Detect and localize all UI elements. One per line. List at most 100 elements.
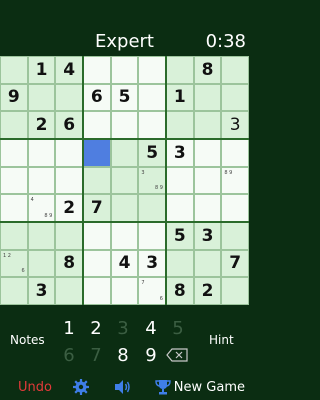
number-1-button[interactable]: 1 [59,318,79,339]
cell-r1-c7[interactable] [166,56,194,84]
cell-r2-c1[interactable]: 9 [0,83,28,112]
cell-r5-c3[interactable] [55,166,83,195]
number-7-button[interactable]: 7 [86,345,106,366]
cell-r4-c9[interactable] [221,139,249,167]
cell-r6-c8[interactable] [193,194,222,222]
cell-r4-c5[interactable] [110,139,139,167]
trophy-icon[interactable] [154,378,172,396]
cell-r2-c3[interactable] [55,83,83,112]
cell-r3-c1[interactable] [0,111,28,139]
cell-r6-c4[interactable]: 7 [83,194,111,222]
cell-r1-c1[interactable] [0,56,28,84]
cell-r5-c5[interactable] [110,166,139,195]
cell-r1-c5[interactable] [110,56,139,84]
cell-r9-c9[interactable] [221,277,249,305]
cell-r1-c2[interactable]: 1 [27,56,56,84]
cell-r9-c4[interactable] [83,277,111,305]
cell-r7-c9[interactable] [221,222,249,250]
cell-r8-c5[interactable]: 4 [110,249,139,278]
cell-r6-c2[interactable]: 4 8 9 [27,194,56,222]
cell-r3-c3[interactable]: 6 [55,111,83,139]
cell-r8-c8[interactable] [193,249,222,278]
gear-icon[interactable] [72,378,90,396]
cell-r6-c6[interactable] [138,194,166,222]
number-5-button[interactable]: 5 [168,318,188,339]
cell-r6-c7[interactable] [166,194,194,222]
cell-r7-c2[interactable] [27,222,56,250]
cell-r8-c6[interactable]: 3 [138,249,166,278]
cell-r3-c8[interactable] [193,111,222,139]
cell-r3-c5[interactable] [110,111,139,139]
cell-r5-c2[interactable] [27,166,56,195]
cell-r2-c4[interactable]: 6 [83,83,111,112]
notes-button[interactable]: Notes [10,333,45,347]
cell-r3-c9[interactable]: 3 [221,111,249,139]
cell-r5-c1[interactable] [0,166,28,195]
cell-r8-c2[interactable] [27,249,56,278]
cell-r5-c6[interactable]: 3 8 9 [138,166,166,195]
cell-r2-c5[interactable]: 5 [110,83,139,112]
cell-r7-c3[interactable] [55,222,83,250]
erase-icon[interactable] [166,348,188,362]
cell-r1-c4[interactable] [83,56,111,84]
cell-r9-c8[interactable]: 2 [193,277,222,305]
cell-r3-c6[interactable] [138,111,166,139]
cell-r4-c7[interactable]: 3 [166,139,194,167]
cell-r3-c7[interactable] [166,111,194,139]
cell-r9-c2[interactable]: 3 [27,277,56,305]
cell-r1-c8[interactable]: 8 [193,56,222,84]
cell-r4-c1[interactable] [0,139,28,167]
cell-r8-c7[interactable] [166,249,194,278]
cell-r4-c6[interactable]: 5 [138,139,166,167]
cell-r4-c8[interactable] [193,139,222,167]
cell-r8-c4[interactable] [83,249,111,278]
cell-r5-c8[interactable] [193,166,222,195]
cell-r9-c1[interactable] [0,277,28,305]
cell-r7-c1[interactable] [0,222,28,250]
cell-r7-c8[interactable]: 3 [193,222,222,250]
cell-r7-c4[interactable] [83,222,111,250]
cell-r4-c4[interactable] [83,139,111,167]
cell-r4-c3[interactable] [55,139,83,167]
cell-r8-c9[interactable]: 7 [221,249,249,278]
cell-r9-c5[interactable] [110,277,139,305]
speaker-icon[interactable] [113,378,131,396]
cell-r2-c9[interactable] [221,83,249,112]
cell-value: 3 [146,253,159,274]
cell-r6-c3[interactable]: 2 [55,194,83,222]
cell-r1-c9[interactable] [221,56,249,84]
cell-r7-c5[interactable] [110,222,139,250]
number-6-button[interactable]: 6 [59,345,79,366]
cell-r7-c7[interactable]: 5 [166,222,194,250]
cell-r8-c3[interactable]: 8 [55,249,83,278]
cell-r5-c4[interactable] [83,166,111,195]
number-9-button[interactable]: 9 [141,345,161,366]
cell-r8-c1[interactable]: 1 2 6 [0,249,28,278]
number-4-button[interactable]: 4 [141,318,161,339]
cell-r5-c7[interactable] [166,166,194,195]
cell-r2-c6[interactable] [138,83,166,112]
cell-r2-c7[interactable]: 1 [166,83,194,112]
undo-button[interactable]: Undo [18,380,52,395]
cell-r3-c4[interactable] [83,111,111,139]
cell-r3-c2[interactable]: 2 [27,111,56,139]
cell-r6-c5[interactable] [110,194,139,222]
cell-r9-c6[interactable]: 76 [138,277,166,305]
cell-r2-c8[interactable] [193,83,222,112]
hint-button[interactable]: Hint [209,333,234,347]
cell-r9-c3[interactable] [55,277,83,305]
cell-r9-c7[interactable]: 8 [166,277,194,305]
cell-r5-c9[interactable]: 8 9 [221,166,249,195]
cell-r4-c2[interactable] [27,139,56,167]
cell-r6-c9[interactable] [221,194,249,222]
cell-r7-c6[interactable] [138,222,166,250]
cell-r6-c1[interactable] [0,194,28,222]
number-3-button[interactable]: 3 [113,318,133,339]
box-divider-vertical [82,56,84,305]
cell-r1-c3[interactable]: 4 [55,56,83,84]
cell-r2-c2[interactable] [27,83,56,112]
new-game-button[interactable]: New Game [174,380,245,395]
number-8-button[interactable]: 8 [113,345,133,366]
number-2-button[interactable]: 2 [86,318,106,339]
cell-r1-c6[interactable] [138,56,166,84]
